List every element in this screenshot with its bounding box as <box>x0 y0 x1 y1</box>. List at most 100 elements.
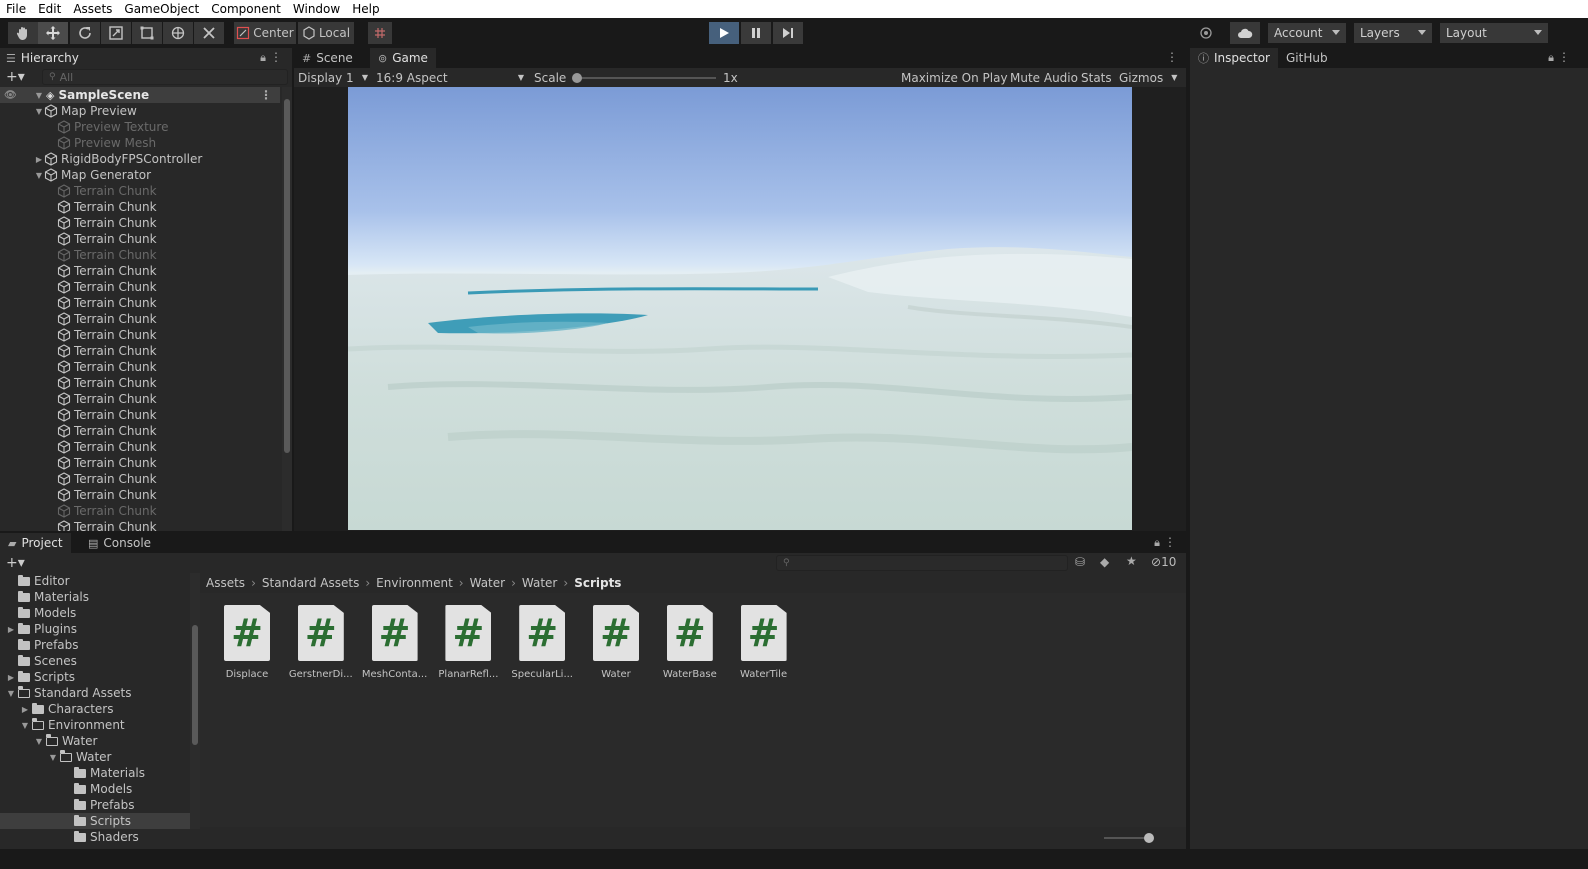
tab-console[interactable]: ▤ Console <box>80 533 159 553</box>
script-asset[interactable]: # Water <box>580 605 652 680</box>
hierarchy-row[interactable]: Terrain Chunk <box>0 455 280 471</box>
script-asset[interactable]: # WaterBase <box>654 605 726 680</box>
gizmos-dropdown[interactable]: Gizmos ▼ <box>1119 68 1177 87</box>
play-button[interactable] <box>709 22 739 44</box>
hierarchy-row[interactable]: Terrain Chunk <box>0 391 280 407</box>
hierarchy-row[interactable]: ▶ RigidBodyFPSController <box>0 151 280 167</box>
lock-icon[interactable]: 🔒︎ <box>260 51 266 65</box>
hierarchy-row[interactable]: Terrain Chunk <box>0 295 280 311</box>
tab-game[interactable]: ⊚ Game <box>370 48 436 68</box>
hierarchy-row[interactable]: Terrain Chunk <box>0 263 280 279</box>
icon-size-slider-handle[interactable] <box>1144 833 1154 843</box>
kebab-menu-icon[interactable]: ⋮ <box>270 50 282 64</box>
game-viewport[interactable] <box>348 87 1132 530</box>
create-asset-button[interactable]: +▾ <box>6 555 25 571</box>
rect-tool-button[interactable] <box>132 22 162 44</box>
hierarchy-row[interactable]: Terrain Chunk <box>0 487 280 503</box>
folder-tree-item[interactable]: ▼ Water <box>0 749 190 765</box>
folder-tree-item[interactable]: Prefabs <box>0 637 190 653</box>
folder-tree-item[interactable]: Materials <box>0 589 190 605</box>
menu-assets[interactable]: Assets <box>73 2 112 16</box>
collapse-arrow-icon[interactable]: ▶ <box>0 705 32 714</box>
stats-toggle[interactable]: Stats <box>1081 68 1112 87</box>
folder-tree-item[interactable]: ▼ Standard Assets <box>0 685 190 701</box>
expand-arrow-icon[interactable]: ▼ <box>34 171 44 180</box>
hierarchy-row[interactable]: Terrain Chunk <box>0 183 280 199</box>
kebab-menu-icon[interactable]: ⋮ <box>1164 535 1176 549</box>
folder-tree-item[interactable]: Models <box>0 605 190 621</box>
breadcrumb-item[interactable]: Environment <box>376 576 453 590</box>
collapse-arrow-icon[interactable]: ▶ <box>0 625 18 634</box>
grid-snap-button[interactable] <box>368 22 392 44</box>
hierarchy-row[interactable]: Terrain Chunk <box>0 311 280 327</box>
kebab-menu-icon[interactable]: ⋮ <box>1558 50 1570 64</box>
hierarchy-row[interactable]: Terrain Chunk <box>0 279 280 295</box>
folder-tree-item[interactable]: Prefabs <box>0 797 190 813</box>
collapse-arrow-icon[interactable]: ▶ <box>34 155 44 164</box>
folder-tree-item[interactable]: Models <box>0 781 190 797</box>
step-button[interactable] <box>773 22 803 44</box>
layout-dropdown[interactable]: Layout <box>1440 23 1548 43</box>
menu-component[interactable]: Component <box>211 2 281 16</box>
expand-arrow-icon[interactable]: ▼ <box>34 107 44 116</box>
account-dropdown[interactable]: Account <box>1268 23 1346 43</box>
scene-menu-icon[interactable]: ⋮ <box>260 88 272 102</box>
lock-icon[interactable]: 🔒︎ <box>1154 536 1160 550</box>
hidden-packages-toggle[interactable]: ⊘10 <box>1151 555 1176 569</box>
scale-slider[interactable] <box>572 68 716 87</box>
script-asset[interactable]: # SpecularLi... <box>506 605 578 680</box>
folder-tree-item[interactable]: ▶ Plugins <box>0 621 190 637</box>
hierarchy-row[interactable]: Terrain Chunk <box>0 343 280 359</box>
cloud-button[interactable] <box>1230 22 1260 44</box>
hierarchy-row[interactable]: Terrain Chunk <box>0 503 280 519</box>
menu-window[interactable]: Window <box>293 2 340 16</box>
expand-arrow-icon[interactable]: ▼ <box>34 91 44 100</box>
hierarchy-row[interactable]: Terrain Chunk <box>0 327 280 343</box>
maximize-on-play-toggle[interactable]: Maximize On Play <box>901 68 1008 87</box>
script-asset[interactable]: # WaterTile <box>728 605 800 680</box>
folder-tree-item[interactable]: Shaders <box>0 829 190 845</box>
aspect-dropdown[interactable]: 16:9 Aspect ▼ <box>376 68 526 87</box>
hand-tool-button[interactable] <box>8 22 38 44</box>
folder-tree-item[interactable]: ▼ Water <box>0 733 190 749</box>
script-asset[interactable]: # MeshConta... <box>359 605 431 680</box>
tab-github[interactable]: GitHub <box>1278 48 1336 68</box>
kebab-menu-icon[interactable]: ⋮ <box>1166 50 1178 64</box>
hierarchy-row[interactable]: Terrain Chunk <box>0 247 280 263</box>
script-asset[interactable]: # Displace <box>211 605 283 680</box>
collab-button[interactable] <box>1193 22 1219 44</box>
collapse-arrow-icon[interactable]: ▶ <box>0 673 18 682</box>
hierarchy-row[interactable]: Terrain Chunk <box>0 423 280 439</box>
mute-audio-toggle[interactable]: Mute Audio <box>1010 68 1078 87</box>
hierarchy-row[interactable]: ▼ Map Preview <box>0 103 280 119</box>
move-tool-button[interactable] <box>38 22 68 44</box>
pivot-space-toggle[interactable]: Local <box>298 22 354 44</box>
menu-file[interactable]: File <box>6 2 26 16</box>
folder-tree-item[interactable]: ▶ Characters <box>0 701 190 717</box>
scale-slider-handle[interactable] <box>572 73 582 83</box>
hierarchy-row[interactable]: Terrain Chunk <box>0 471 280 487</box>
folder-tree-item[interactable]: Materials <box>0 765 190 781</box>
display-dropdown[interactable]: Display 1 ▼ <box>298 68 370 87</box>
filter-type-icon[interactable]: ⛁ <box>1075 555 1085 569</box>
expand-arrow-icon[interactable]: ▼ <box>0 721 32 730</box>
icon-size-slider[interactable] <box>1104 837 1148 839</box>
hierarchy-search-input[interactable]: ⚲ All <box>42 69 288 85</box>
expand-arrow-icon[interactable]: ▼ <box>0 689 18 698</box>
hierarchy-row[interactable]: Terrain Chunk <box>0 199 280 215</box>
visibility-eye-icon[interactable]: 👁︎ <box>0 90 34 101</box>
hierarchy-row[interactable]: Preview Texture <box>0 119 280 135</box>
folder-tree-item[interactable]: Scenes <box>0 653 190 669</box>
pivot-center-toggle[interactable]: Center <box>234 22 296 44</box>
hierarchy-row[interactable]: ▼ Map Generator <box>0 167 280 183</box>
project-search-input[interactable]: ⚲ <box>776 555 1068 571</box>
rotate-tool-button[interactable] <box>70 22 100 44</box>
folder-tree-item[interactable]: Scripts <box>0 813 190 829</box>
script-asset[interactable]: # PlanarRefl... <box>432 605 504 680</box>
hierarchy-row[interactable]: Terrain Chunk <box>0 439 280 455</box>
hierarchy-row[interactable]: Terrain Chunk <box>0 407 280 423</box>
expand-arrow-icon[interactable]: ▼ <box>0 737 46 746</box>
scale-tool-button[interactable] <box>101 22 131 44</box>
tab-hierarchy[interactable]: ☰ Hierarchy <box>0 48 292 68</box>
transform-tool-button[interactable] <box>163 22 193 44</box>
